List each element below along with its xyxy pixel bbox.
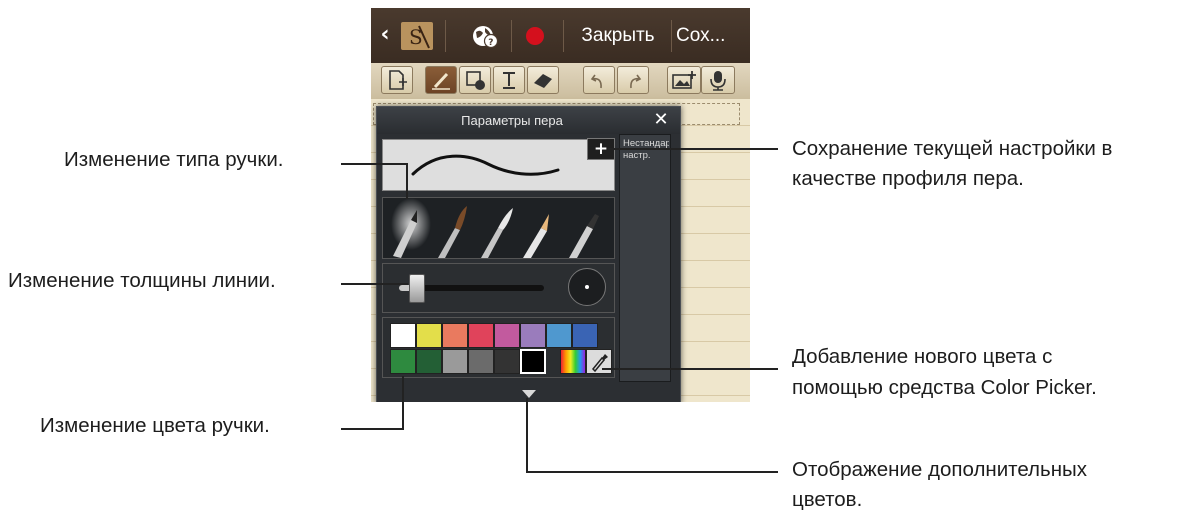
record-icon[interactable] [526,27,544,45]
thickness-preview [568,268,606,306]
color-swatch[interactable] [416,349,442,374]
top-action-bar: ‹ S ? Закрыть Сох... [371,8,750,63]
color-picker-icon[interactable] [586,349,612,374]
color-swatch[interactable] [520,323,546,348]
chinese-brush-icon[interactable] [481,208,513,258]
callout-save-profile-1: Сохранение текущей настройки в [792,137,1113,160]
text-tool[interactable] [493,66,525,94]
editing-toolbar [371,63,750,100]
thickness-dot [585,285,589,289]
color-swatch[interactable] [442,349,468,374]
callout-pen-color: Изменение цвета ручки. [40,414,270,437]
insert-image-tool[interactable] [667,66,701,94]
snote-logo-icon[interactable]: S [401,22,433,50]
callout-line [608,148,778,150]
color-swatch[interactable] [494,323,520,348]
toolbar-separator [511,20,512,52]
page-select-tool[interactable] [381,66,413,94]
color-swatch[interactable] [494,349,520,374]
callout-save-profile-2: качестве профиля пера. [792,167,1024,190]
eraser-tool[interactable] [527,66,559,94]
toolbar-separator [563,20,564,52]
help-globe-icon[interactable]: ? [471,22,499,50]
callout-line [341,283,408,285]
callout-more-colors-1: Отображение дополнительных [792,458,1088,481]
callout-color-picker-1: Добавление нового цвета с [792,345,1053,368]
brush-pen-icon[interactable] [438,206,467,258]
back-icon[interactable]: ‹ [375,20,395,50]
panel-header: Параметры пера ✕ [377,107,680,134]
color-swatch[interactable] [442,323,468,348]
toolbar-separator [445,20,446,52]
color-swatch[interactable] [572,323,598,348]
callout-more-colors-2: цветов. [792,488,863,511]
save-button[interactable]: Сох... [676,19,748,53]
slider-handle[interactable] [409,274,425,303]
callout-line [602,368,778,370]
pen-settings-panel: Параметры пера ✕ + Нестандарт. настр. [376,106,681,402]
color-swatch-selected[interactable] [520,349,546,374]
color-swatch[interactable] [390,323,416,348]
color-swatch[interactable] [468,349,494,374]
pen-tool[interactable] [425,66,457,94]
callout-line [341,163,407,165]
snote-screen: ‹ S ? Закрыть Сох... Параметры пера ✕ + … [371,8,750,402]
color-swatch[interactable] [416,323,442,348]
close-icon[interactable]: ✕ [649,109,673,131]
callout-line [402,376,404,430]
callout-line [406,163,408,199]
voice-memo-tool[interactable] [701,66,735,94]
close-button[interactable]: Закрыть [569,19,667,53]
callout-line [526,398,528,472]
callout-line [341,428,403,430]
shape-tool[interactable] [459,66,491,94]
marker-icon[interactable] [569,214,599,258]
callout-color-picker-2: помощью средства Color Picker. [792,376,1097,399]
undo-tool[interactable] [583,66,615,94]
callout-line-thickness: Изменение толщины линии. [8,269,276,292]
color-swatch[interactable] [468,323,494,348]
toolbar-separator [671,20,672,52]
pen-type-selector [382,197,615,259]
redo-tool[interactable] [617,66,649,94]
pencil-icon[interactable] [523,214,549,258]
thickness-control [382,263,615,313]
svg-text:?: ? [488,38,493,48]
color-swatch[interactable] [390,349,416,374]
panel-title: Параметры пера [461,113,563,128]
color-swatch[interactable] [546,323,572,348]
pen-preview [382,139,615,191]
expand-colors-icon[interactable] [522,390,536,398]
callout-pen-type: Изменение типа ручки. [64,148,284,171]
custom-profile-item[interactable]: Нестандарт. настр. [623,138,669,178]
pen-profile-list: Нестандарт. настр. [619,134,671,382]
color-spectrum-swatch[interactable] [560,349,586,374]
callout-line [526,471,778,473]
color-palette [382,317,615,378]
